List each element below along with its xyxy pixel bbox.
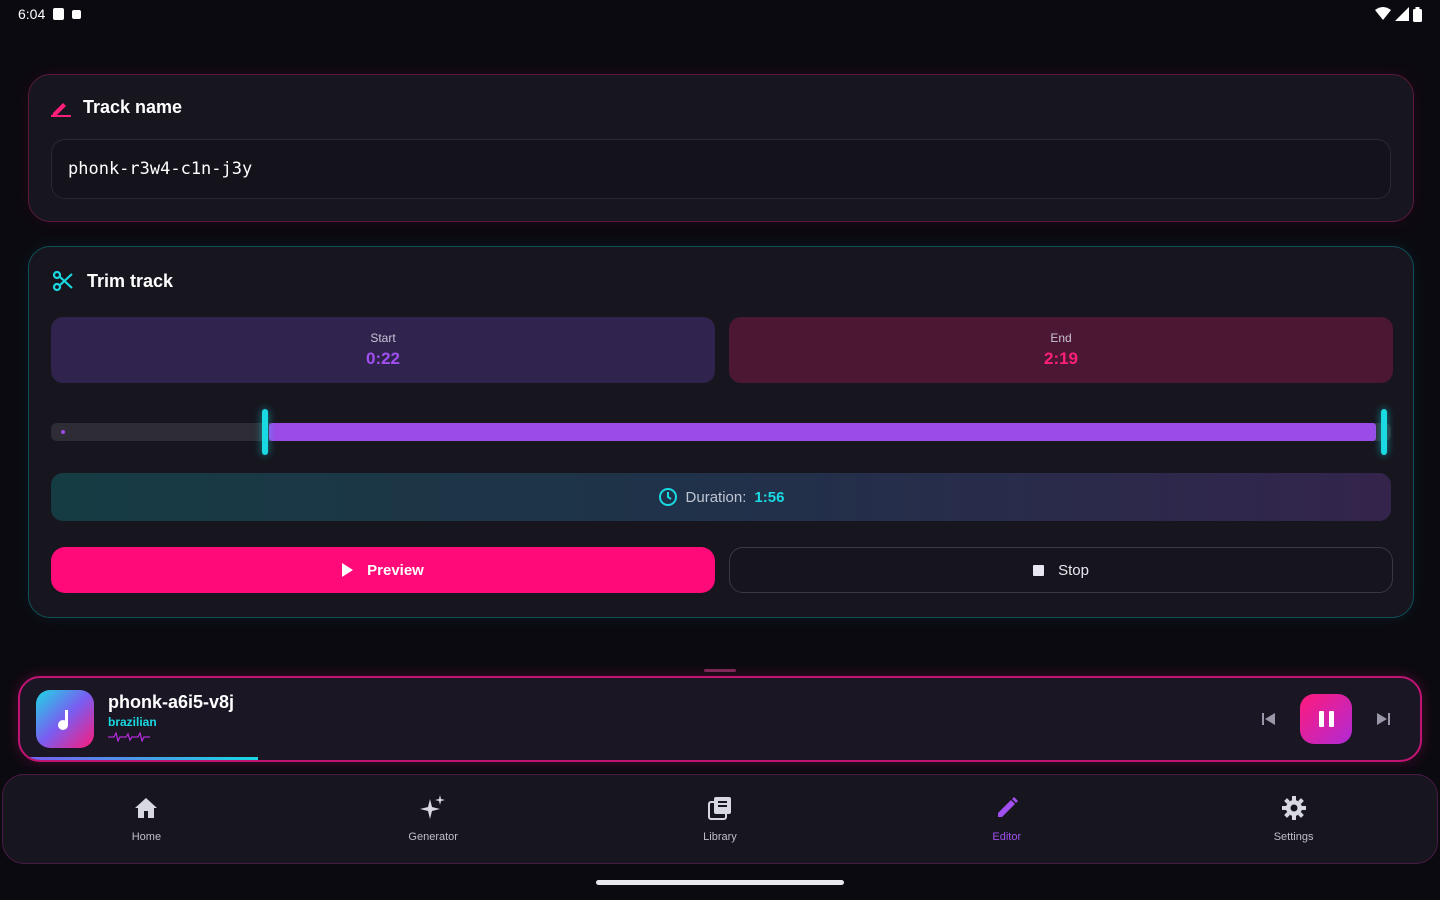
slider-selected-range <box>269 423 1376 441</box>
pause-button[interactable] <box>1300 694 1352 744</box>
nav-home-label: Home <box>131 831 162 843</box>
sparkles-icon <box>420 795 446 821</box>
preview-button[interactable]: Preview <box>51 547 715 593</box>
track-name-card: Track name phonk-r3w4-c1n-j3y <box>28 74 1414 222</box>
skip-next-icon <box>1377 713 1390 725</box>
trim-range-slider[interactable] <box>51 409 1391 455</box>
player-controls <box>1256 694 1396 744</box>
end-value: 2:19 <box>1043 349 1079 368</box>
end-time-box[interactable]: End 2:19 <box>729 317 1393 383</box>
nav-generator-label: Generator <box>408 831 458 843</box>
edit-track-icon <box>51 102 71 117</box>
nav-library[interactable]: Library <box>577 775 864 863</box>
nav-library-label: Library <box>703 831 737 843</box>
trim-track-header: Trim track <box>51 269 173 293</box>
signal-icon <box>1395 7 1409 21</box>
preview-label: Preview <box>367 561 424 579</box>
home-icon <box>133 795 159 821</box>
end-label: End <box>1050 331 1072 345</box>
nav-generator[interactable]: Generator <box>290 775 577 863</box>
bottom-navigation: Home Generator Library Editor Settings <box>2 774 1438 864</box>
stop-button[interactable]: Stop <box>729 547 1393 593</box>
start-label: Start <box>370 331 396 345</box>
player-drag-handle[interactable] <box>704 669 736 672</box>
waveform-icon <box>108 732 150 742</box>
duration-value: 1:56 <box>754 488 785 506</box>
gear-icon <box>1281 795 1307 821</box>
stop-label: Stop <box>1058 561 1089 579</box>
status-left: 6:04 <box>18 6 82 22</box>
now-playing-genre: brazilian <box>108 715 157 729</box>
skip-previous-icon <box>1262 713 1275 725</box>
track-name-header: Track name <box>51 97 182 118</box>
wifi-icon <box>1375 7 1391 20</box>
track-name-value: phonk-r3w4-c1n-j3y <box>68 159 253 179</box>
nav-editor[interactable]: Editor <box>863 775 1150 863</box>
pause-icon-bar-left <box>1318 711 1324 727</box>
duration-bar: Duration: 1:56 <box>51 473 1391 521</box>
album-art <box>36 690 94 748</box>
nav-editor-label: Editor <box>992 831 1022 843</box>
track-name-title: Track name <box>83 97 183 117</box>
stop-icon <box>1033 564 1045 576</box>
previous-button[interactable] <box>1256 706 1282 732</box>
play-icon <box>342 563 354 577</box>
start-time-box[interactable]: Start 0:22 <box>51 317 715 383</box>
scissors-icon <box>52 270 73 292</box>
nav-home[interactable]: Home <box>3 775 290 863</box>
nav-settings-label: Settings <box>1273 831 1314 843</box>
slider-origin-dot <box>61 430 65 434</box>
status-bar: 6:04 <box>0 0 1440 28</box>
clock-icon <box>658 488 677 506</box>
slider-end-handle[interactable] <box>1381 409 1387 455</box>
track-name-input[interactable]: phonk-r3w4-c1n-j3y <box>51 139 1391 199</box>
trim-track-card: Trim track Start 0:22 End 2:19 Duration:… <box>28 246 1414 618</box>
pencil-icon <box>994 795 1020 821</box>
mini-player[interactable]: phonk-a6i5-v8j brazilian <box>18 676 1422 762</box>
nav-settings[interactable]: Settings <box>1150 775 1437 863</box>
now-playing-title: phonk-a6i5-v8j <box>108 692 235 712</box>
home-indicator[interactable] <box>596 880 844 885</box>
trim-track-title: Trim track <box>87 270 174 291</box>
library-icon <box>707 795 733 821</box>
start-value: 0:22 <box>365 349 401 368</box>
next-button[interactable] <box>1370 706 1396 732</box>
sd-card-icon <box>53 8 65 20</box>
status-time: 6:04 <box>18 6 46 22</box>
status-right <box>1375 6 1422 22</box>
slider-start-handle[interactable] <box>262 409 268 455</box>
notification-icon <box>72 9 82 19</box>
duration-label: Duration: <box>685 488 747 506</box>
pause-icon-bar-right <box>1328 711 1334 727</box>
music-note-icon <box>58 710 68 730</box>
battery-icon <box>1413 6 1422 22</box>
playback-progress[interactable] <box>20 757 258 760</box>
